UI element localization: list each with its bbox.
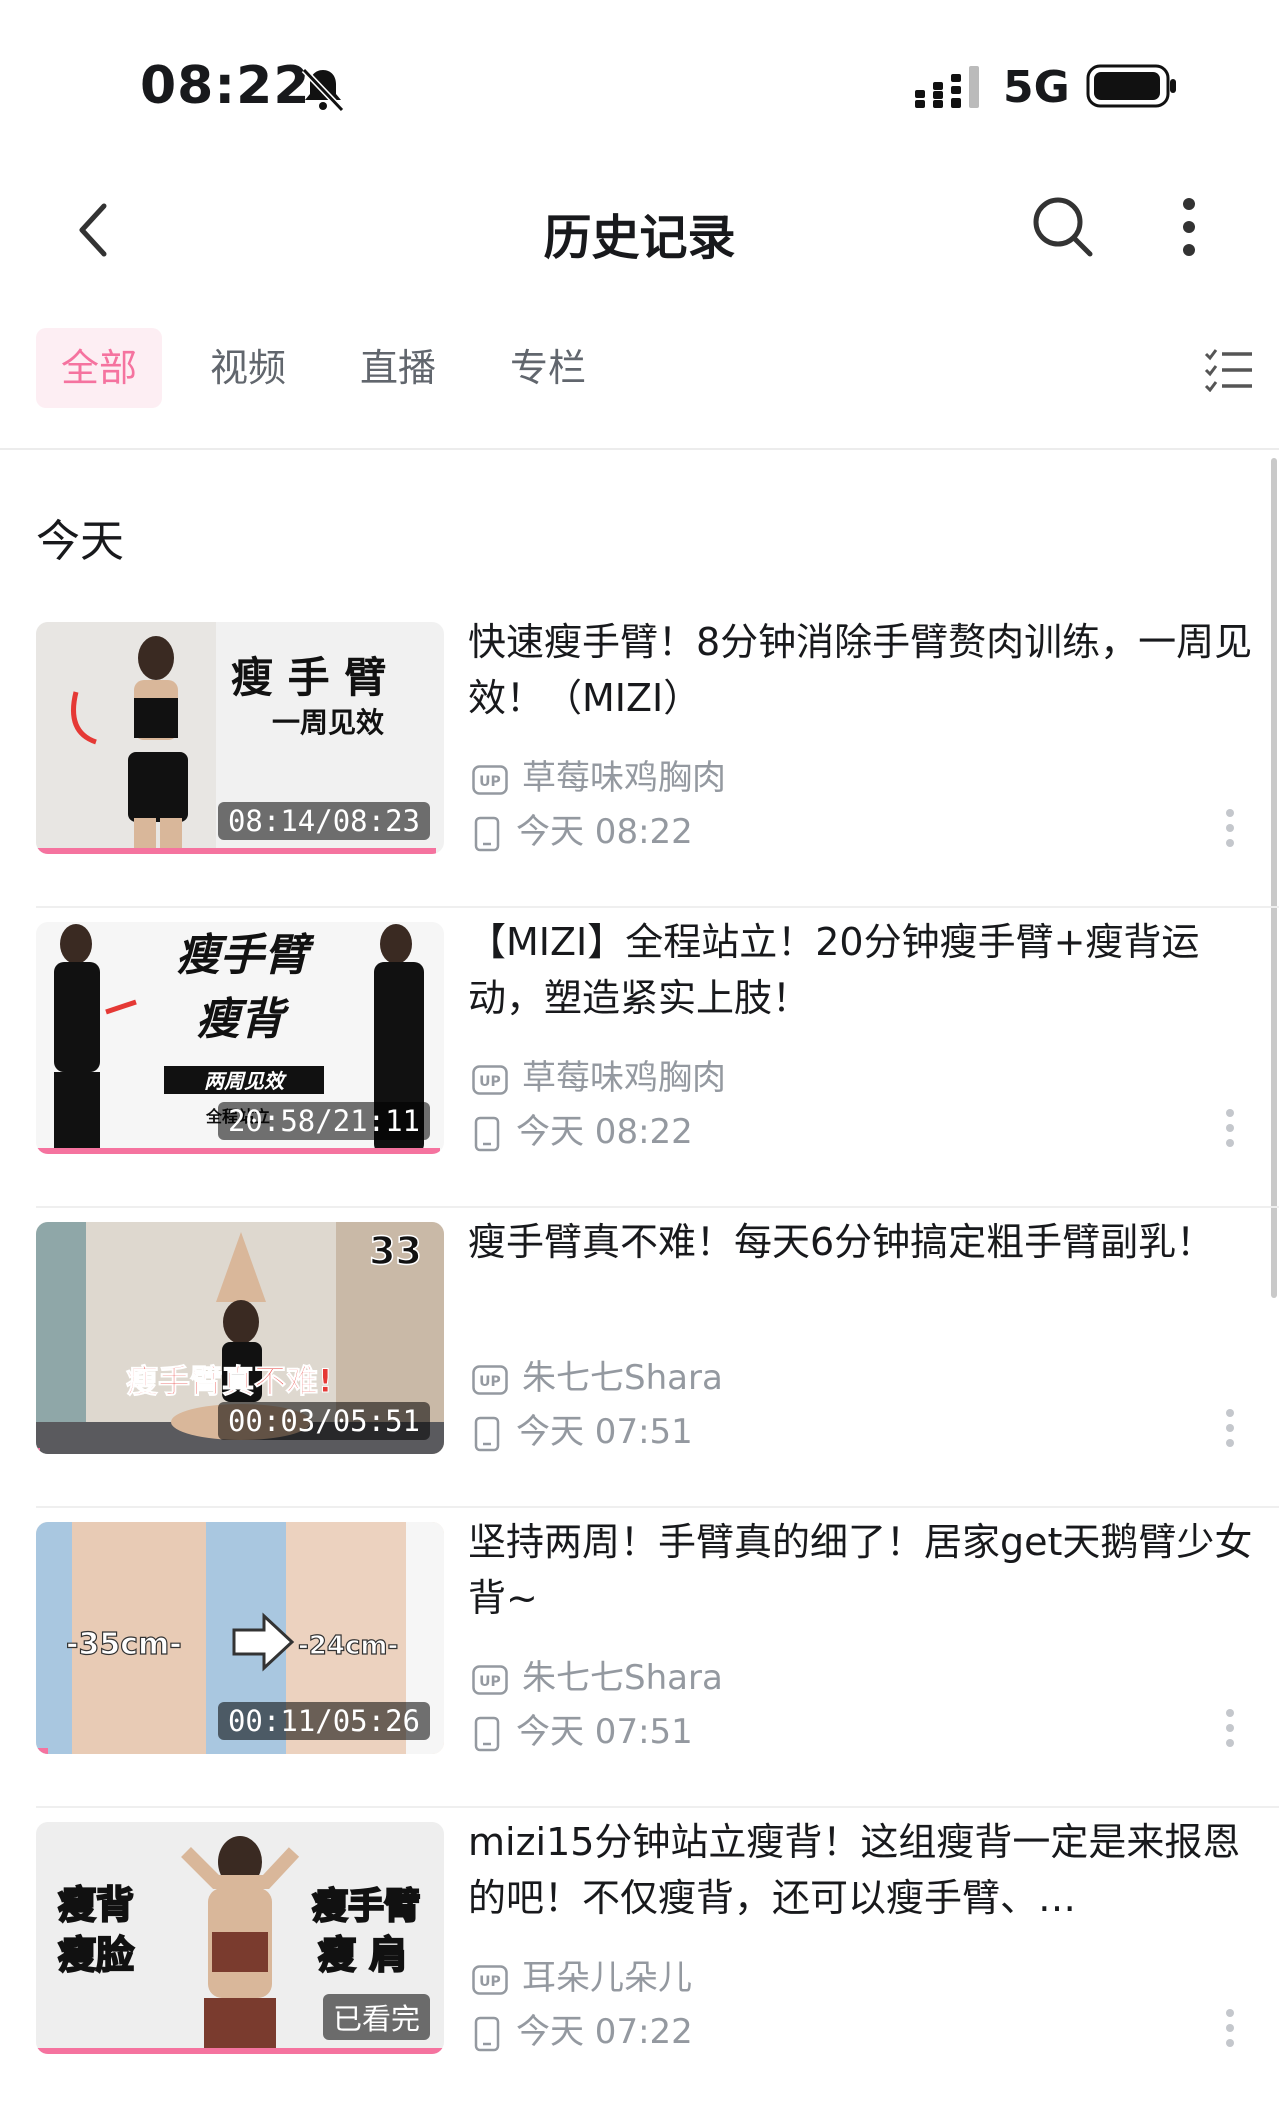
thumb-text: -35cm- <box>66 1627 182 1662</box>
watch-time-row: 今天 07:22 <box>472 2004 693 2053</box>
up-badge-icon: UP <box>472 1364 508 1395</box>
thumb-text: 瘦 肩 <box>318 1933 407 1977</box>
network-type: 5G <box>1003 62 1070 113</box>
thumb-text: 瘦背 <box>58 1883 134 1927</box>
watch-time: 今天 08:22 <box>516 812 693 852</box>
more-vertical-icon[interactable] <box>1176 196 1202 258</box>
video-thumbnail[interactable]: 33 瘦手臂真不难! 00:03/05:51 <box>36 1222 444 1454</box>
thumb-text: 瘦手臂 <box>176 930 315 981</box>
up-badge-icon: UP <box>472 1964 508 1995</box>
watch-time-row: 今天 07:51 <box>472 1404 693 1453</box>
thumb-text: 两周见效 <box>204 1069 287 1093</box>
tab-all[interactable]: 全部 <box>36 328 162 408</box>
thumb-text: 瘦手臂 <box>312 1886 420 1927</box>
filter-tabs: 全部 视频 直播 专栏 <box>0 320 1279 450</box>
watch-time: 今天 07:51 <box>516 1412 693 1452</box>
up-badge-icon: UP <box>472 764 508 795</box>
uploader-name: 耳朵儿朵儿 <box>522 1958 692 1998</box>
item-more-icon[interactable] <box>1225 1408 1235 1448</box>
watch-progress-text: 00:11/05:26 <box>217 1702 430 1740</box>
watch-progress-text: 08:14/08:23 <box>217 802 430 840</box>
tab-live[interactable]: 直播 <box>342 328 454 408</box>
uploader-row[interactable]: UP 草莓味鸡胸肉 <box>472 750 726 799</box>
watch-progress-bar <box>36 2048 444 2054</box>
battery-icon <box>1086 64 1176 108</box>
watch-progress-bar <box>36 1448 41 1454</box>
watch-progress-text: 已看完 <box>322 1994 430 2040</box>
up-badge-icon: UP <box>472 1664 508 1695</box>
svg-text:UP: UP <box>479 1074 501 1090</box>
thumb-text: 瘦脸 <box>58 1933 135 1977</box>
item-more-icon[interactable] <box>1225 1108 1235 1148</box>
watch-progress-bar <box>36 1148 440 1154</box>
history-item[interactable]: 瘦手臂 瘦背 两周见效 全程站立 20:58/21:11 【MIZI】全程站立！… <box>0 908 1279 1208</box>
video-thumbnail[interactable]: -35cm- -24cm- 00:11/05:26 <box>36 1522 444 1754</box>
watch-time-row: 今天 08:22 <box>472 1104 693 1153</box>
history-item[interactable]: 瘦背 瘦脸 瘦手臂 瘦 肩 已看完 mizi15分钟站立瘦背！这组瘦背一定是来报… <box>0 1808 1279 2108</box>
svg-text:UP: UP <box>479 774 501 790</box>
svg-text:UP: UP <box>479 1674 501 1690</box>
device-phone-icon <box>474 816 500 851</box>
svg-text:UP: UP <box>479 1374 501 1390</box>
video-title[interactable]: mizi15分钟站立瘦背！这组瘦背一定是来报恩的吧！不仅瘦背，还可以瘦手臂、… <box>468 1814 1258 1926</box>
up-badge-icon: UP <box>472 1064 508 1095</box>
item-more-icon[interactable] <box>1225 2008 1235 2048</box>
thumb-text: 33 <box>369 1229 422 1273</box>
watch-progress-bar <box>36 1748 49 1754</box>
uploader-name: 朱七七Shara <box>522 1658 723 1698</box>
video-title[interactable]: 坚持两周！手臂真的细了！居家get天鹅臂少女背~ <box>468 1514 1258 1626</box>
uploader-row[interactable]: UP 草莓味鸡胸肉 <box>472 1050 726 1099</box>
history-item[interactable]: 瘦 手 臂 一周见效 08:14/08:23 快速瘦手臂！8分钟消除手臂赘肉训练… <box>0 608 1279 908</box>
uploader-name: 草莓味鸡胸肉 <box>522 758 726 798</box>
history-item[interactable]: -35cm- -24cm- 00:11/05:26 坚持两周！手臂真的细了！居家… <box>0 1508 1279 1808</box>
watch-time-row: 今天 07:51 <box>472 1704 693 1753</box>
video-thumbnail[interactable]: 瘦 手 臂 一周见效 08:14/08:23 <box>36 622 444 854</box>
thumb-text: -24cm- <box>298 1631 398 1661</box>
svg-text:UP: UP <box>479 1974 501 1990</box>
status-bar: 08:22 5G <box>0 0 1279 170</box>
history-item[interactable]: 33 瘦手臂真不难! 00:03/05:51 瘦手臂真不难！每天6分钟搞定粗手臂… <box>0 1208 1279 1508</box>
tab-video[interactable]: 视频 <box>192 328 304 408</box>
uploader-name: 草莓味鸡胸肉 <box>522 1058 726 1098</box>
signal-icon <box>915 66 979 108</box>
uploader-name: 朱七七Shara <box>522 1358 723 1398</box>
video-title[interactable]: 快速瘦手臂！8分钟消除手臂赘肉训练，一周见效！（MIZI） <box>468 614 1258 726</box>
watch-progress-text: 00:03/05:51 <box>217 1402 430 1440</box>
list-manage-icon[interactable] <box>1204 348 1254 392</box>
watch-time-row: 今天 08:22 <box>472 804 693 853</box>
item-more-icon[interactable] <box>1225 808 1235 848</box>
thumb-text: 瘦手臂真不难! <box>126 1362 333 1400</box>
video-thumbnail[interactable]: 瘦背 瘦脸 瘦手臂 瘦 肩 已看完 <box>36 1822 444 2054</box>
video-title[interactable]: 【MIZI】全程站立！20分钟瘦手臂+瘦背运动，塑造紧实上肢！ <box>468 914 1258 1026</box>
video-title[interactable]: 瘦手臂真不难！每天6分钟搞定粗手臂副乳！ <box>468 1214 1258 1270</box>
uploader-row[interactable]: UP 朱七七Shara <box>472 1650 723 1699</box>
status-time: 08:22 <box>140 56 311 116</box>
watch-time: 今天 07:22 <box>516 2012 693 2052</box>
device-phone-icon <box>474 2016 500 2051</box>
device-phone-icon <box>474 1716 500 1751</box>
device-phone-icon <box>474 1416 500 1451</box>
tab-column[interactable]: 专栏 <box>492 328 604 408</box>
thumb-text: 一周见效 <box>272 706 384 739</box>
watch-progress-bar <box>36 848 436 854</box>
thumb-text: 瘦 手 臂 <box>231 653 386 702</box>
watch-time: 今天 07:51 <box>516 1712 693 1752</box>
uploader-row[interactable]: UP 朱七七Shara <box>472 1350 723 1399</box>
section-today-label: 今天 <box>36 516 124 567</box>
bell-mute-icon <box>301 67 345 113</box>
thumb-text: 瘦背 <box>196 994 290 1045</box>
video-thumbnail[interactable]: 瘦手臂 瘦背 两周见效 全程站立 20:58/21:11 <box>36 922 444 1154</box>
watch-time: 今天 08:22 <box>516 1112 693 1152</box>
top-nav: 历史记录 <box>0 170 1279 290</box>
uploader-row[interactable]: UP 耳朵儿朵儿 <box>472 1950 692 1999</box>
device-phone-icon <box>474 1116 500 1151</box>
search-icon[interactable] <box>1030 194 1094 258</box>
watch-progress-text: 20:58/21:11 <box>217 1102 430 1140</box>
item-more-icon[interactable] <box>1225 1708 1235 1748</box>
